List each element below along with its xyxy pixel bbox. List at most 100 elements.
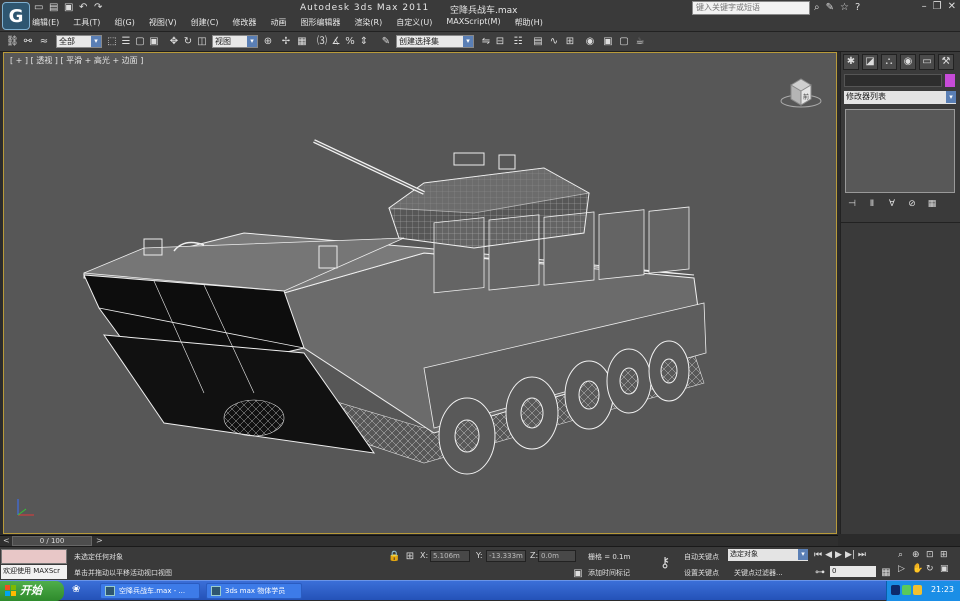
zoom-icon[interactable]: ⌕ xyxy=(898,550,912,560)
zoom-extents-all-icon[interactable]: ⊞ xyxy=(940,550,954,560)
set-key-button[interactable]: 设置关键点 xyxy=(684,568,719,578)
absolute-mode-icon[interactable]: ⊞ xyxy=(404,550,416,563)
schematic-view-icon[interactable]: ⊞ xyxy=(564,35,576,48)
x-coordinate-field[interactable]: 5.106m xyxy=(430,550,470,562)
lock-selection-icon[interactable]: 🔒 xyxy=(388,550,400,563)
previous-frame-icon[interactable]: ◀ xyxy=(825,550,832,560)
link-icon[interactable]: ⛓ xyxy=(6,35,19,48)
curve-editor-icon[interactable]: ∿ xyxy=(548,35,560,48)
menu-graph-editors[interactable]: 图形编辑器 xyxy=(300,17,340,28)
scale-icon[interactable]: ◫ xyxy=(196,35,208,48)
object-color-swatch[interactable] xyxy=(945,74,955,87)
key-set-dropdown[interactable]: 选定对象 ▾ xyxy=(728,549,808,561)
taskbar-item-tutorial[interactable]: 3ds max 物体学员 xyxy=(206,583,302,599)
save-icon[interactable]: ▣ xyxy=(64,2,76,13)
close-icon[interactable]: ✕ xyxy=(948,1,956,12)
edit-named-selection-icon[interactable]: ✎ xyxy=(380,35,392,48)
start-button[interactable]: 开始 xyxy=(0,581,64,601)
maximize-viewport-icon[interactable]: ▣ xyxy=(940,564,954,574)
select-manipulate-icon[interactable]: ✢ xyxy=(280,35,292,48)
zoom-extents-icon[interactable]: ⊡ xyxy=(926,550,940,560)
align-icon[interactable]: ⊟ xyxy=(494,35,506,48)
redo-icon[interactable]: ↷ xyxy=(94,2,106,13)
keyboard-shortcut-icon[interactable]: ▦ xyxy=(296,35,308,48)
pan-icon[interactable]: ✋ xyxy=(912,564,926,574)
menu-rendering[interactable]: 渲染(R) xyxy=(354,17,382,28)
play-icon[interactable]: ▶ xyxy=(835,550,842,560)
make-unique-icon[interactable]: ∀ xyxy=(885,199,899,211)
go-to-end-icon[interactable]: ⏭ xyxy=(858,550,866,560)
z-coordinate-field[interactable]: 0.0m xyxy=(538,550,576,562)
auto-key-button[interactable]: 自动关键点 xyxy=(684,552,719,562)
pivot-center-icon[interactable]: ⊕ xyxy=(262,35,274,48)
field-of-view-icon[interactable]: ▷ xyxy=(898,564,912,574)
time-slider-thumb[interactable]: 0 / 100 xyxy=(12,536,92,546)
favorites-icon[interactable]: ☆ xyxy=(840,2,849,13)
graphite-ribbon-icon[interactable]: ▤ xyxy=(532,35,544,48)
menu-create[interactable]: 创建(C) xyxy=(191,17,219,28)
key-icon[interactable]: ⚷ xyxy=(660,555,670,571)
menu-group[interactable]: 组(G) xyxy=(114,17,134,28)
current-frame-field[interactable]: 0 xyxy=(830,566,876,577)
perspective-viewport[interactable]: [ + ] [ 透视 ] [ 平滑 + 高光 + 边面 ] 前 xyxy=(3,52,837,534)
object-name-field[interactable] xyxy=(844,74,942,87)
named-selection-dropdown[interactable]: 创建选择集 ▾ xyxy=(396,35,474,48)
menu-views[interactable]: 视图(V) xyxy=(149,17,177,28)
taskbar-item-3dsmax[interactable]: 空降兵战车.max - ... xyxy=(100,583,200,599)
maxscript-welcome[interactable]: 欢迎使用 MAXScr xyxy=(1,565,67,579)
hierarchy-tab-icon[interactable]: ⛬ xyxy=(881,54,897,70)
pin-stack-icon[interactable]: ⊣ xyxy=(845,199,859,211)
menu-maxscript[interactable]: MAXScript(M) xyxy=(446,17,500,28)
material-editor-icon[interactable]: ◉ xyxy=(584,35,596,48)
key-mode-icon[interactable]: ⊶ xyxy=(814,566,826,579)
maxscript-listener-input[interactable] xyxy=(1,549,67,564)
help-icon[interactable]: ? xyxy=(855,2,860,13)
create-tab-icon[interactable]: ✱ xyxy=(843,54,859,70)
modifier-stack[interactable] xyxy=(845,109,955,193)
help-search-input[interactable]: 键入关键字或短语 xyxy=(692,1,810,15)
window-crossing-icon[interactable]: ▣ xyxy=(148,35,160,48)
menu-edit[interactable]: 编辑(E) xyxy=(32,17,59,28)
move-icon[interactable]: ✥ xyxy=(168,35,180,48)
new-icon[interactable]: ▭ xyxy=(34,2,46,13)
motion-tab-icon[interactable]: ◉ xyxy=(900,54,916,70)
bind-space-warp-icon[interactable]: ≈ xyxy=(38,35,50,48)
modifier-list-dropdown[interactable]: 修改器列表 ▾ xyxy=(844,91,956,104)
spinner-snap-icon[interactable]: ⇕ xyxy=(358,35,370,48)
menu-customize[interactable]: 自定义(U) xyxy=(396,17,432,28)
select-by-name-icon[interactable]: ☰ xyxy=(120,35,132,48)
render-setup-icon[interactable]: ▣ xyxy=(602,35,614,48)
menu-animation[interactable]: 动画 xyxy=(270,17,286,28)
viewcube-icon[interactable]: 前 xyxy=(779,73,829,113)
app-menu-button[interactable]: G xyxy=(2,2,30,30)
remove-modifier-icon[interactable]: ⊘ xyxy=(905,199,919,211)
prev-frame-arrow[interactable]: < xyxy=(3,536,10,545)
rotate-icon[interactable]: ↻ xyxy=(182,35,194,48)
unlink-icon[interactable]: ⚯ xyxy=(22,35,34,48)
select-object-icon[interactable]: ⬚ xyxy=(106,35,118,48)
zoom-all-icon[interactable]: ⊕ xyxy=(912,550,926,560)
next-frame-icon[interactable]: ▶| xyxy=(845,550,855,560)
utilities-tab-icon[interactable]: ⚒ xyxy=(938,54,954,70)
time-tag-icon[interactable]: ▣ xyxy=(572,567,584,580)
rendered-frame-icon[interactable]: ▢ xyxy=(618,35,630,48)
angle-snap-icon[interactable]: ∡ xyxy=(330,35,342,48)
selection-filter-dropdown[interactable]: 全部 ▾ xyxy=(56,35,102,48)
network-icon[interactable] xyxy=(891,585,900,595)
modify-tab-icon[interactable]: ◪ xyxy=(862,54,878,70)
reference-coord-dropdown[interactable]: 视图 ▾ xyxy=(212,35,258,48)
rect-selection-icon[interactable]: ▢ xyxy=(134,35,146,48)
key-filters-button[interactable]: 关键点过滤器... xyxy=(734,568,783,578)
security-icon[interactable] xyxy=(913,585,922,595)
mirror-icon[interactable]: ⇋ xyxy=(480,35,492,48)
show-end-result-icon[interactable]: Ⅱ xyxy=(865,199,879,211)
render-production-icon[interactable]: ☕ xyxy=(634,35,646,48)
binoculars-icon[interactable]: ⌕ xyxy=(814,2,820,13)
menu-tools[interactable]: 工具(T) xyxy=(73,17,100,28)
minimize-icon[interactable]: – xyxy=(922,1,927,12)
go-to-start-icon[interactable]: ⏮ xyxy=(814,550,822,560)
open-icon[interactable]: ▤ xyxy=(49,2,61,13)
time-slider[interactable]: < 0 / 100 > xyxy=(0,535,838,546)
time-config-icon[interactable]: ▦ xyxy=(880,566,892,579)
orbit-icon[interactable]: ↻ xyxy=(926,564,940,574)
